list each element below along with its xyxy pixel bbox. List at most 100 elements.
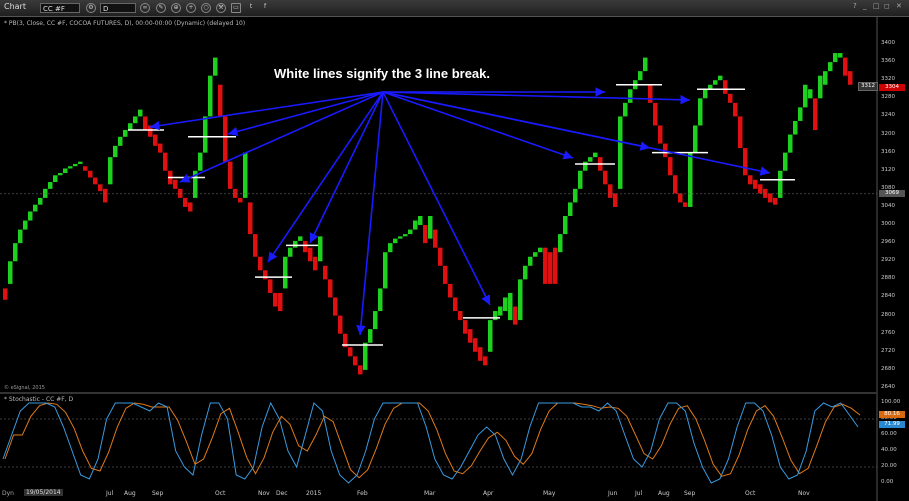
down-bar: [163, 152, 168, 171]
up-bar: [78, 161, 83, 164]
up-bar: [818, 75, 823, 99]
up-bar: [838, 53, 843, 58]
up-bar: [718, 75, 723, 81]
up-bar: [18, 229, 23, 244]
down-bar: [843, 57, 848, 76]
down-bar: [248, 202, 253, 235]
down-bar: [173, 179, 178, 189]
down-bar: [183, 197, 188, 207]
up-bar: [318, 236, 323, 262]
stoch-d-line: [4, 402, 861, 479]
up-bar: [568, 202, 573, 216]
dyn-label: Dyn: [2, 490, 14, 497]
down-bar: [143, 116, 148, 130]
down-bar: [253, 234, 258, 257]
down-bar: [458, 311, 463, 321]
up-bar: [138, 109, 143, 117]
annotation-arrow: [309, 91, 384, 244]
up-bar: [533, 252, 538, 257]
down-bar: [303, 240, 308, 253]
down-bar: [543, 247, 548, 284]
level-label: 3069: [879, 190, 905, 197]
up-bar: [618, 116, 623, 189]
down-bar: [103, 188, 108, 203]
source-label: © eSignal, 2015: [4, 385, 45, 391]
up-bar: [688, 152, 693, 207]
up-bar: [428, 216, 433, 239]
up-bar: [393, 238, 398, 244]
price-tick-label: 2840: [881, 293, 895, 300]
down-bar: [603, 170, 608, 185]
down-bar: [268, 279, 273, 293]
up-bar: [798, 107, 803, 121]
up-bar: [418, 216, 423, 226]
up-bar: [293, 240, 298, 248]
down-bar: [313, 256, 318, 271]
time-tick-label: Jul: [635, 490, 643, 497]
price-tick-label: 3320: [881, 76, 895, 83]
time-tick-label: Oct: [215, 490, 226, 497]
up-bar: [198, 152, 203, 171]
pane-divider[interactable]: [0, 392, 877, 394]
up-bar: [123, 130, 128, 137]
price-tick-label: 3280: [881, 94, 895, 101]
up-bar: [408, 229, 413, 235]
price-tick-label: 3040: [881, 202, 895, 209]
up-bar: [363, 342, 368, 370]
stochastic-label: * Stochastic - CC #F, D: [4, 396, 74, 403]
up-bar: [298, 236, 303, 241]
down-bar: [653, 102, 658, 126]
up-bar: [833, 53, 838, 63]
time-tick-label: Aug: [658, 490, 670, 497]
up-bar: [558, 234, 563, 253]
time-tick-label: Dec: [276, 490, 288, 497]
up-bar: [803, 84, 808, 108]
time-tick-label: Jun: [608, 490, 618, 497]
time-tick-label: Sep: [684, 490, 696, 497]
up-bar: [783, 152, 788, 171]
stoch-tick-label: 0.00: [881, 479, 894, 485]
price-tick-label: 2640: [881, 384, 895, 390]
up-bar: [133, 116, 138, 124]
price-tick-label: 2880: [881, 275, 895, 282]
down-bar: [473, 338, 478, 352]
down-bar: [748, 175, 753, 185]
down-bar: [438, 247, 443, 266]
time-tick-label: Feb: [357, 490, 368, 497]
up-bar: [498, 306, 503, 316]
up-bar: [73, 163, 78, 167]
down-bar: [773, 197, 778, 205]
down-bar: [613, 193, 618, 207]
down-bar: [238, 197, 243, 203]
stoch-k-tag: 71.99: [879, 421, 905, 428]
down-bar: [733, 102, 738, 117]
down-bar: [758, 184, 763, 194]
price-tick-label: 3240: [881, 112, 895, 119]
down-bar: [553, 247, 558, 284]
price-tick-label: 3400: [881, 40, 895, 46]
up-bar: [588, 157, 593, 162]
up-bar: [108, 157, 113, 185]
down-bar: [308, 247, 313, 262]
down-bar: [433, 229, 438, 248]
down-bar: [273, 292, 278, 307]
down-bar: [743, 148, 748, 176]
up-bar: [388, 243, 393, 253]
down-bar: [683, 202, 688, 207]
down-bar: [323, 265, 328, 280]
date-box: 19/05/2014: [24, 489, 63, 496]
price-tick-label: 2760: [881, 329, 895, 336]
down-bar: [483, 356, 488, 366]
up-bar: [583, 161, 588, 171]
up-bar: [23, 220, 28, 230]
down-bar: [333, 297, 338, 316]
down-bar: [768, 193, 773, 203]
stoch-tick-label: 60.00: [881, 431, 897, 437]
up-bar: [58, 173, 63, 176]
annotation-arrow: [382, 91, 691, 105]
down-bar: [463, 320, 468, 334]
up-bar: [288, 247, 293, 257]
time-tick-label: 2015: [306, 490, 322, 497]
up-bar: [383, 252, 388, 289]
up-bar: [528, 256, 533, 266]
